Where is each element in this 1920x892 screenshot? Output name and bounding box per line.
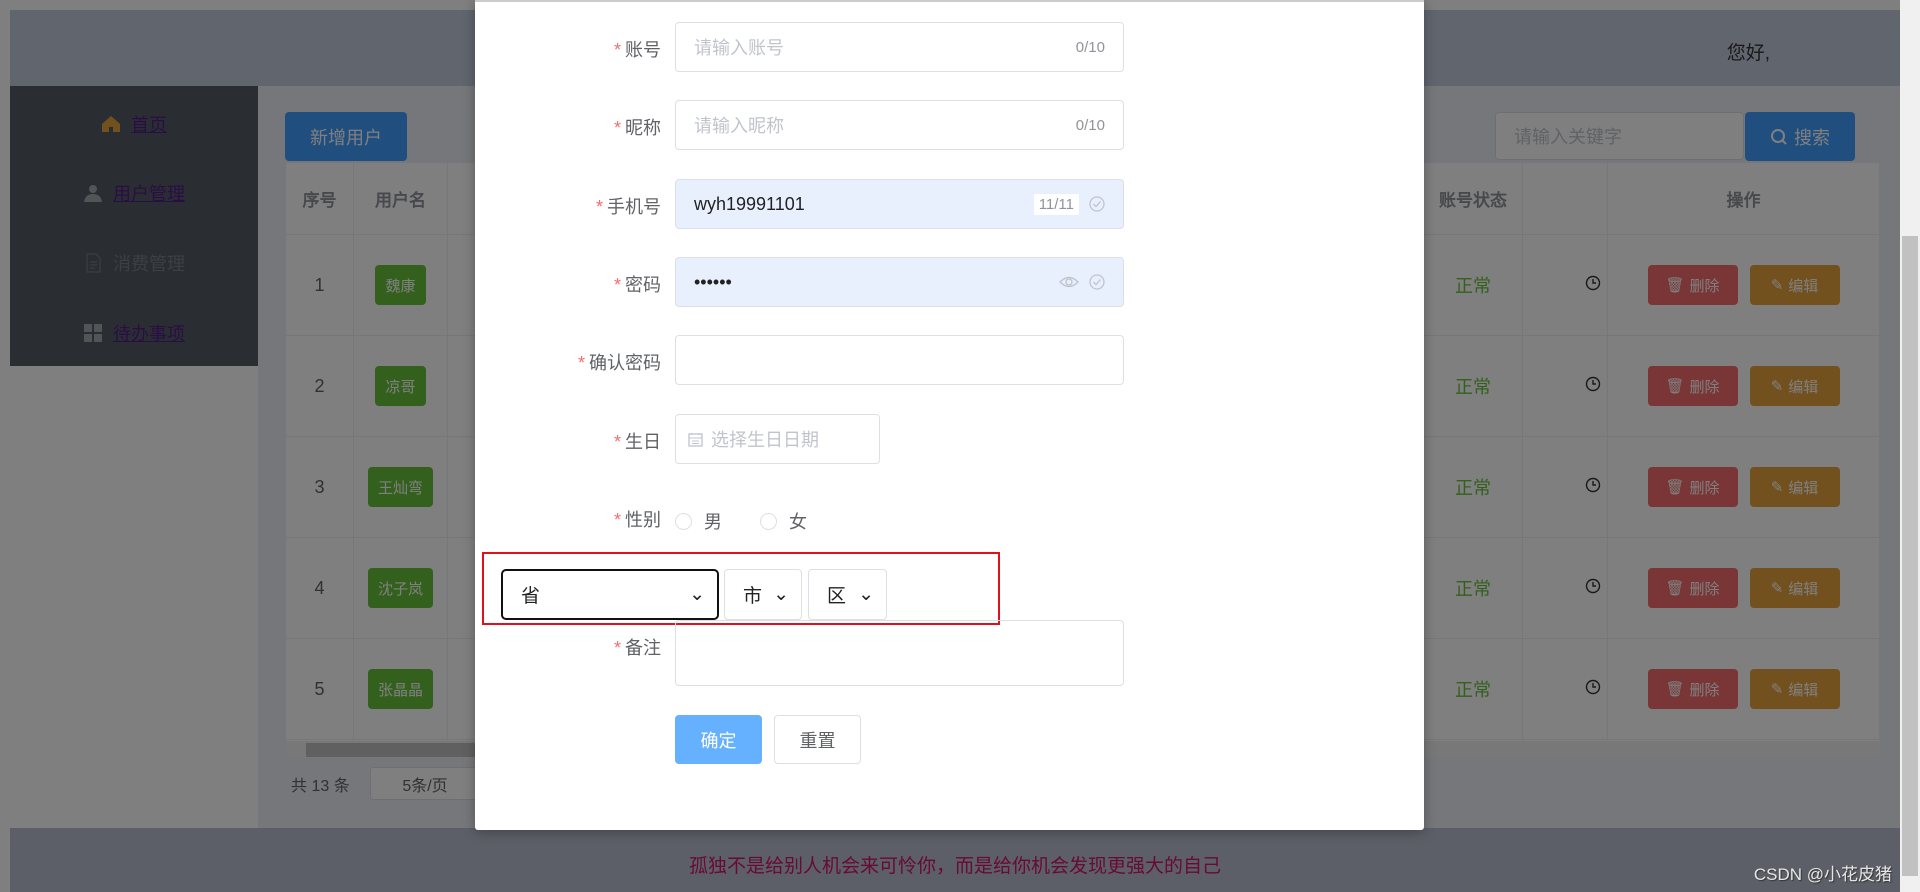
check-circle-icon — [1089, 196, 1105, 212]
gender-radio-male[interactable]: 男 — [675, 508, 722, 534]
confirm-button[interactable]: 确定 — [675, 715, 762, 764]
radio-circle-icon — [760, 512, 777, 530]
password-input[interactable]: •••••• — [675, 257, 1124, 307]
chevron-down-icon: ⌄ — [773, 584, 789, 605]
gender-radio-female[interactable]: 女 — [760, 508, 807, 534]
district-select[interactable]: 区 ⌄ — [808, 569, 887, 620]
radio-circle-icon — [675, 512, 692, 530]
nickname-counter: 0/10 — [1075, 116, 1105, 134]
phone-value: wyh19991101 — [694, 193, 805, 214]
calendar-icon — [688, 432, 703, 447]
remark-textarea[interactable] — [675, 620, 1124, 686]
password-value: •••••• — [694, 271, 732, 292]
birthday-placeholder: 选择生日日期 — [711, 430, 819, 450]
password-label: * 密码 — [613, 275, 661, 295]
account-label: * 账号 — [613, 40, 661, 60]
remark-label: * 备注 — [613, 638, 661, 658]
account-counter: 0/10 — [1075, 38, 1105, 56]
city-select[interactable]: 市 ⌄ — [724, 569, 802, 620]
confirm-password-input[interactable] — [675, 335, 1124, 385]
phone-input[interactable]: wyh19991101 11/11 — [675, 179, 1124, 229]
province-select[interactable]: 省 ⌄ — [501, 569, 719, 620]
birthday-label: * 生日 — [613, 432, 661, 452]
watermark: CSDN @小花皮猪 — [1753, 865, 1892, 884]
eye-icon[interactable] — [1059, 274, 1079, 290]
confirm-password-label: * 确认密码 — [577, 353, 661, 373]
chevron-down-icon: ⌄ — [858, 584, 874, 605]
account-input[interactable]: 请输入账号 0/10 — [675, 22, 1124, 72]
nickname-label: * 昵称 — [613, 118, 661, 138]
nickname-placeholder: 请输入昵称 — [694, 116, 784, 136]
chevron-down-icon: ⌄ — [689, 584, 705, 605]
gender-label: * 性别 — [613, 510, 661, 530]
phone-label: * 手机号 — [595, 197, 661, 217]
phone-counter: 11/11 — [1033, 193, 1079, 215]
check-circle-icon — [1089, 274, 1105, 290]
reset-button[interactable]: 重置 — [774, 715, 861, 764]
birthday-picker[interactable]: 选择生日日期 — [675, 414, 880, 464]
account-placeholder: 请输入账号 — [694, 38, 784, 58]
vertical-scrollbar-thumb[interactable] — [1902, 236, 1918, 876]
nickname-input[interactable]: 请输入昵称 0/10 — [675, 100, 1124, 150]
